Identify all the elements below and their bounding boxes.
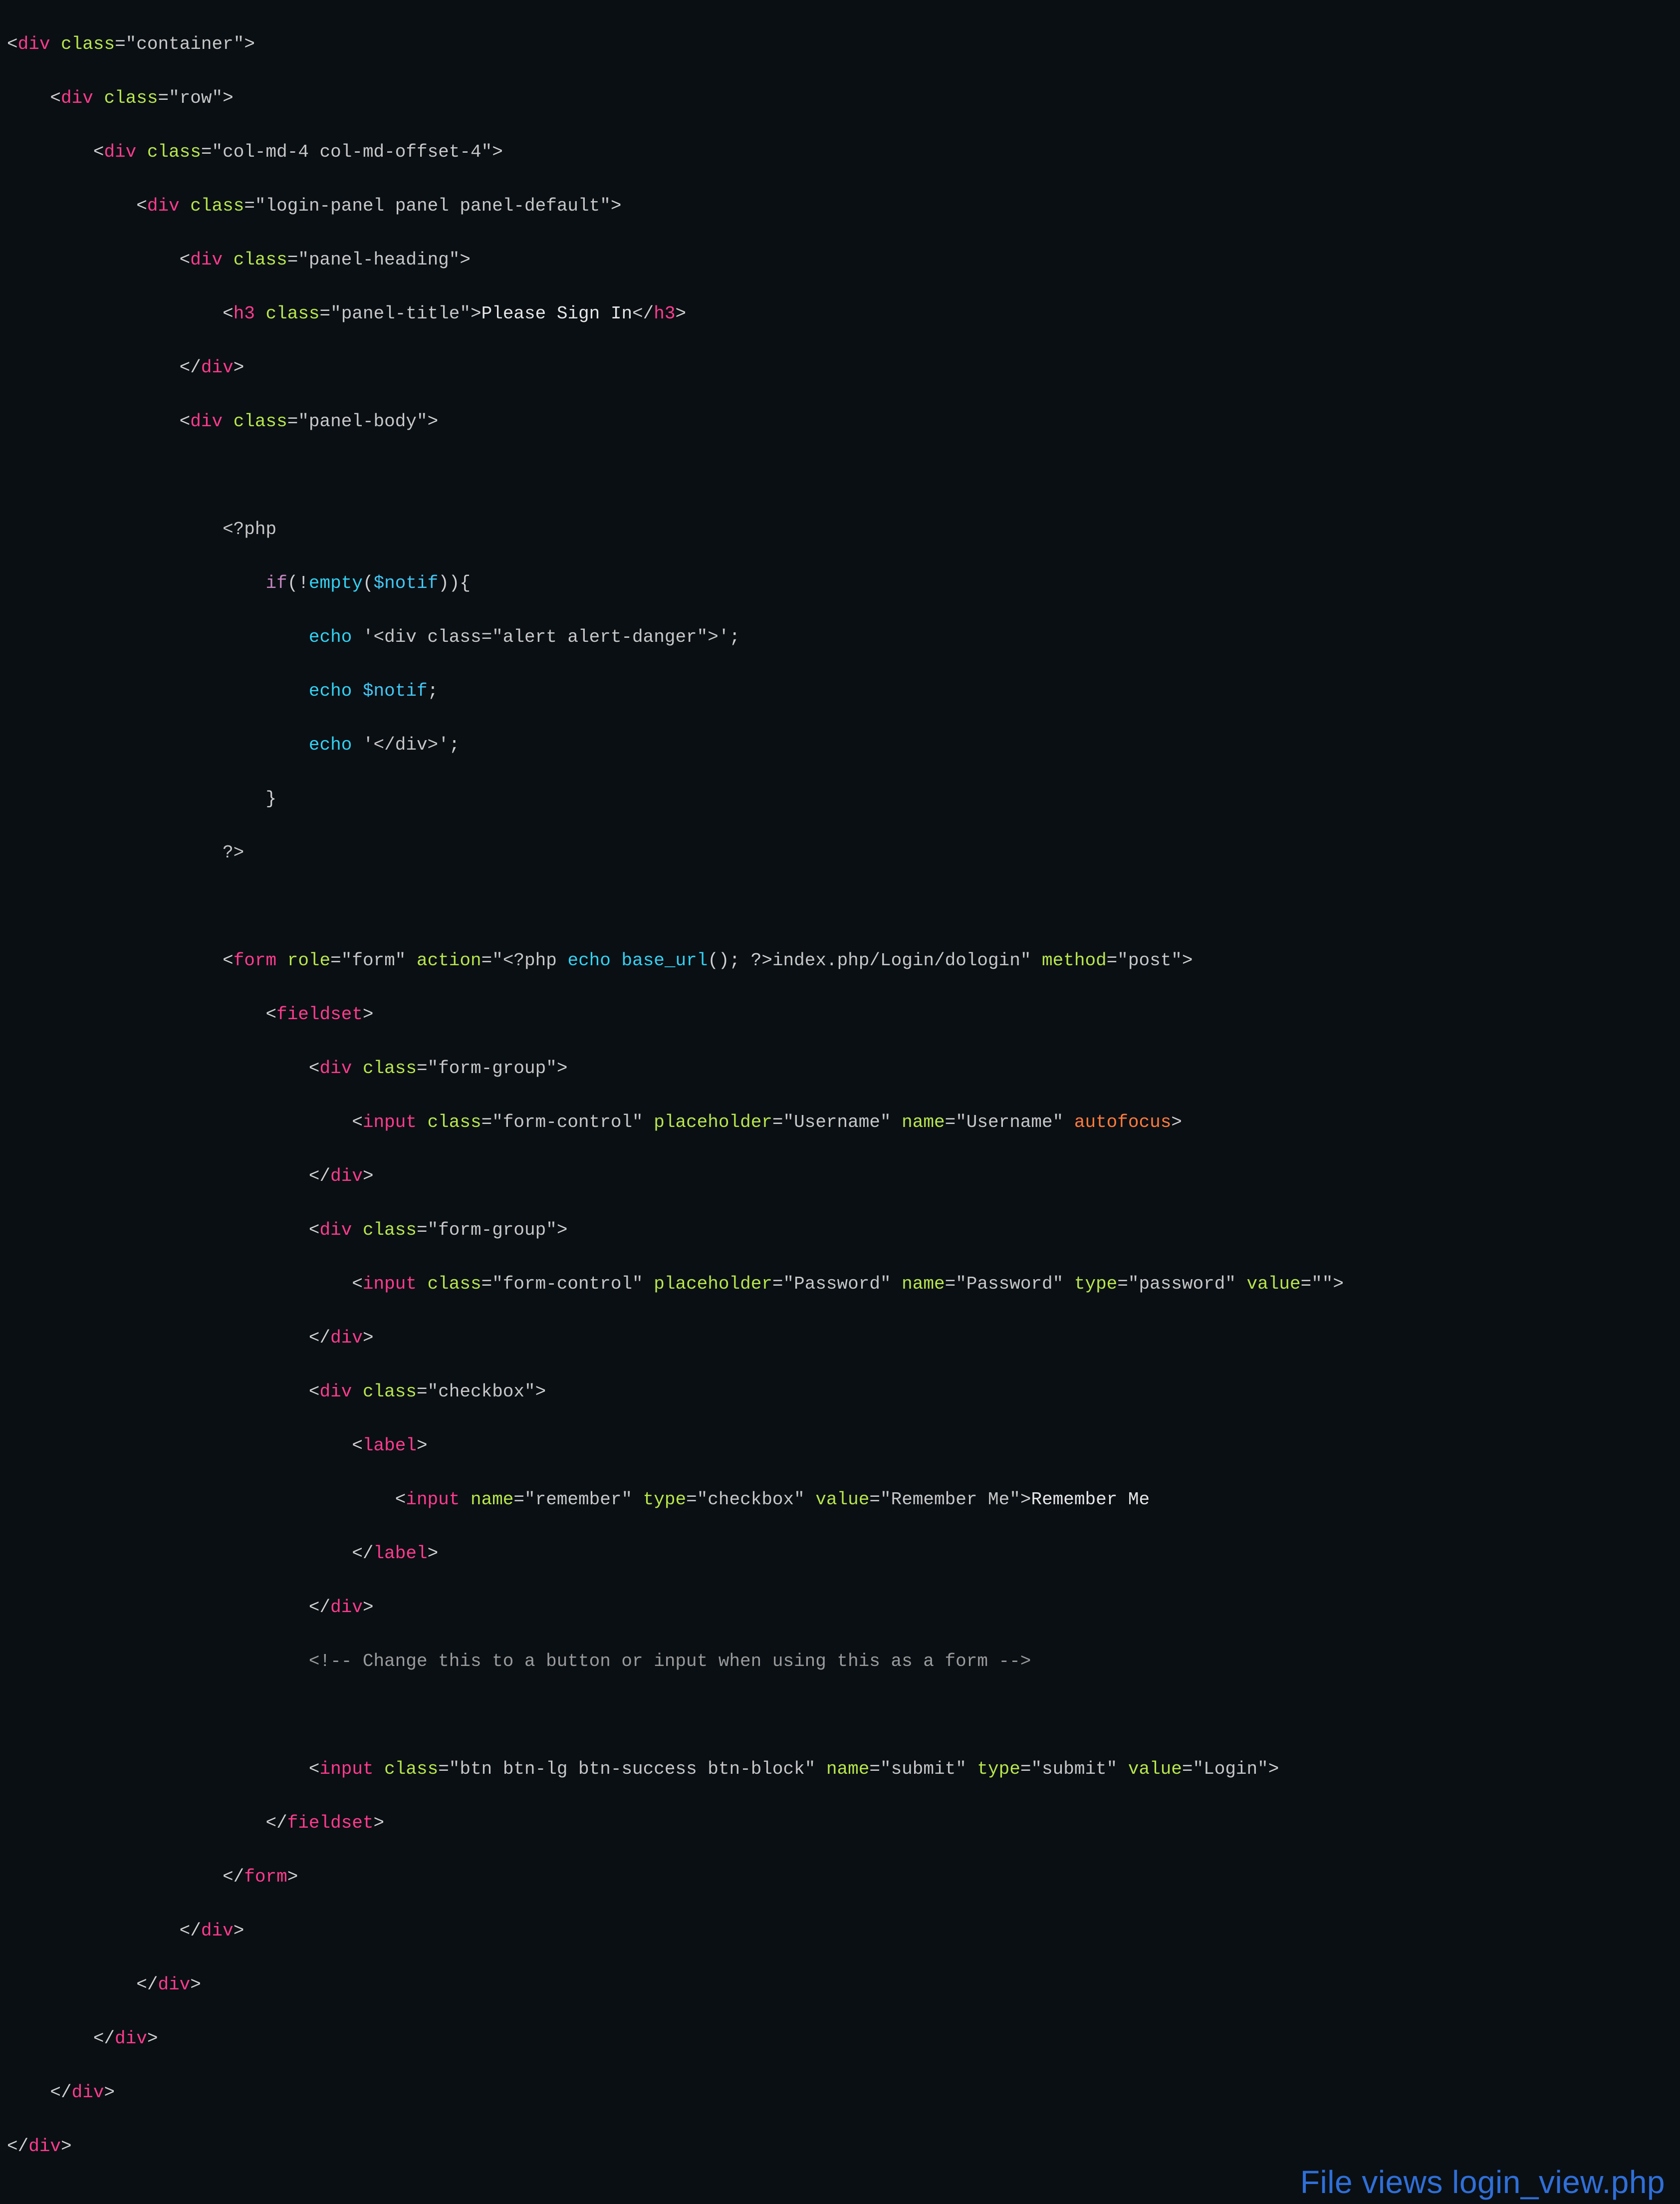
code-line (7, 462, 1680, 489)
code-line: echo '</div>'; (7, 732, 1680, 759)
code-line: <div class="row"> (7, 85, 1680, 112)
code-line: <input class="form-control" placeholder=… (7, 1271, 1680, 1298)
code-line: <input class="form-control" placeholder=… (7, 1109, 1680, 1136)
code-line (7, 1702, 1680, 1729)
code-line: </div> (7, 1163, 1680, 1190)
code-line: <div class="container"> (7, 31, 1680, 58)
code-line: <?php (7, 516, 1680, 543)
code-line: <div class="checkbox"> (7, 1378, 1680, 1405)
code-line: if(!empty($notif)){ (7, 570, 1680, 597)
code-line: <h3 class="panel-title">Please Sign In</… (7, 300, 1680, 327)
code-line: <div class="col-md-4 col-md-offset-4"> (7, 139, 1680, 166)
code-line: </div> (7, 2133, 1680, 2160)
code-line: <input class="btn btn-lg btn-success btn… (7, 1756, 1680, 1783)
code-line (7, 893, 1680, 920)
code-line: <div class="form-group"> (7, 1055, 1680, 1082)
code-line: echo $notif; (7, 678, 1680, 705)
code-line: </div> (7, 2079, 1680, 2106)
code-line: </div> (7, 2025, 1680, 2052)
code-line: <input name="remember" type="checkbox" v… (7, 1486, 1680, 1513)
code-line: <fieldset> (7, 1001, 1680, 1028)
code-line: <div class="login-panel panel panel-defa… (7, 193, 1680, 220)
code-line: </div> (7, 1918, 1680, 1944)
code-line: ?> (7, 839, 1680, 866)
code-line: </div> (7, 354, 1680, 381)
code-line: } (7, 786, 1680, 813)
code-line: </div> (7, 1971, 1680, 1998)
code-line: <form role="form" action="<?php echo bas… (7, 947, 1680, 974)
code-line: <div class="form-group"> (7, 1217, 1680, 1244)
code-editor[interactable]: <div class="container"> <div class="row"… (0, 0, 1680, 2204)
code-line: </div> (7, 1325, 1680, 1352)
code-line: </div> (7, 1594, 1680, 1621)
code-line: <label> (7, 1432, 1680, 1459)
code-line: <!-- Change this to a button or input wh… (7, 1648, 1680, 1675)
code-line: <div class="panel-heading"> (7, 247, 1680, 274)
file-caption: File views login_view.php (1300, 2158, 1665, 2204)
code-line: echo '<div class="alert alert-danger">'; (7, 624, 1680, 651)
code-line: </label> (7, 1540, 1680, 1567)
code-line: </fieldset> (7, 1810, 1680, 1837)
code-line: </form> (7, 1864, 1680, 1891)
code-line: <div class="panel-body"> (7, 408, 1680, 435)
